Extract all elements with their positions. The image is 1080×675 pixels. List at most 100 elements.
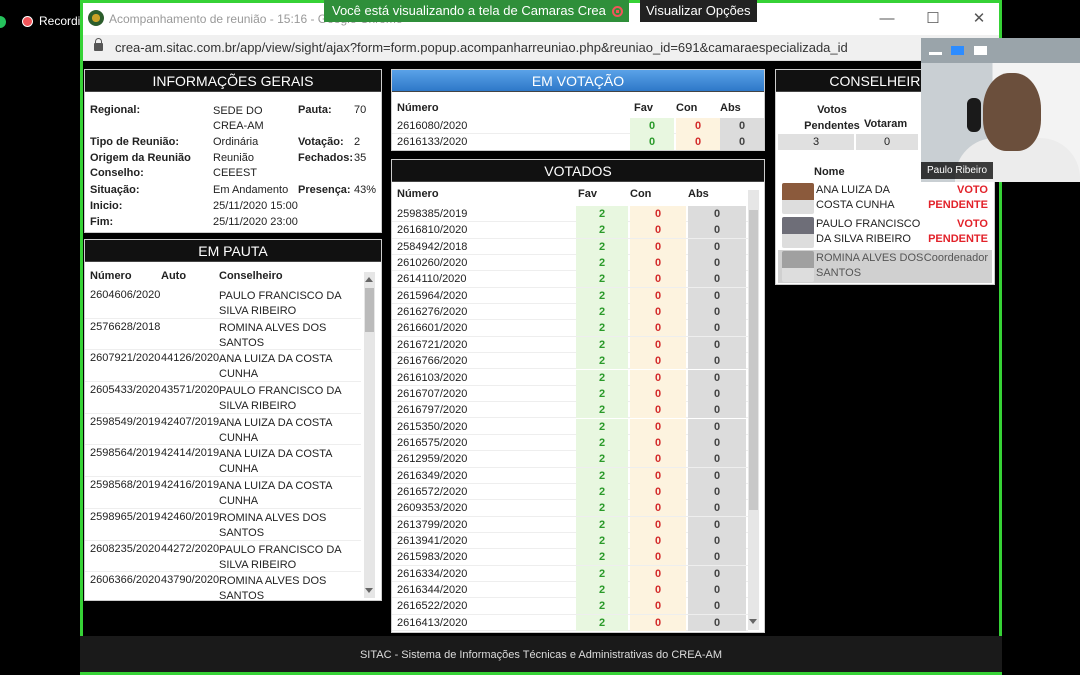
screen-share-banner: Você está visualizando a tela de Camaras…: [324, 0, 629, 22]
votacao-header-con: Con: [676, 102, 698, 114]
scroll-thumb[interactable]: [365, 288, 374, 332]
votados-scrollbar[interactable]: [748, 190, 759, 630]
pauta-row[interactable]: 2607921/2020 44126/2020 ANA LUIZA DA COSTA…: [85, 350, 361, 383]
votados-abs: 0: [688, 385, 746, 402]
votados-row[interactable]: 2615350/2020 2 0 0: [392, 418, 748, 435]
votados-row[interactable]: 2616572/2020 2 0 0: [392, 483, 748, 501]
votados-row[interactable]: 2616522/2020 2 0 0: [392, 598, 748, 615]
votados-con: 0: [630, 533, 686, 549]
pauta-row[interactable]: 2608235/2020 44272/2020 PAULO FRANCISCO DA…: [85, 541, 361, 573]
pauta-row[interactable]: 2598549/2019 42407/2019 ANA LUIZA DA COSTA…: [85, 414, 361, 446]
pauta-list[interactable]: 2604606/2020 PAULO FRANCISCO DA SILVA RIB…: [85, 287, 361, 599]
votados-row[interactable]: 2610260/2020 2 0 0: [392, 255, 748, 272]
votados-fav: 2: [576, 287, 628, 304]
votados-numero: 2616810/2020: [397, 224, 468, 237]
conselheiro-name: PAULO FRANCISCO DA SILVA RIBEIRO: [816, 218, 921, 245]
pauta-row[interactable]: 2576628/2018 ROMINA ALVES DOS SANTOS: [85, 319, 361, 351]
votados-row[interactable]: 2584942/2018 2 0 0: [392, 238, 748, 255]
votacao-row[interactable]: 2616080/2020 0 0 0: [392, 118, 764, 135]
votados-abs: 0: [688, 565, 746, 582]
stop-share-icon[interactable]: [611, 6, 623, 17]
votados-con: 0: [630, 451, 686, 468]
votados-numero: 2609353/2020: [397, 502, 468, 515]
conselheiro-status: VOTO PENDENTE: [928, 218, 988, 245]
votados-numero: 2616797/2020: [397, 404, 468, 417]
votados-header-row: Número Fav Con Abs: [392, 188, 748, 204]
votacao-row[interactable]: 2616133/2020 0 0 0: [392, 134, 764, 150]
votados-row[interactable]: 2616766/2020 2 0 0: [392, 353, 748, 370]
conselho-label: Conselho:: [90, 167, 144, 179]
votacao-value: 2: [354, 136, 361, 148]
votados-row[interactable]: 2612959/2020 2 0 0: [392, 451, 748, 468]
votados-row[interactable]: 2613941/2020 2 0 0: [392, 533, 748, 550]
pauta-auto: 42416/2019: [161, 479, 220, 492]
votados-row[interactable]: 2598385/2019 2 0 0: [392, 206, 748, 223]
conselheiro-row[interactable]: ANA LUIZA DA COSTA CUNHA VOTO PENDENTE: [778, 182, 992, 215]
votados-numero: 2610260/2020: [397, 257, 468, 270]
maximize-icon[interactable]: ☐: [923, 9, 943, 29]
fechados-value: 35: [354, 152, 367, 164]
fim-label: Fim:: [90, 216, 114, 228]
votados-row[interactable]: 2616721/2020 2 0 0: [392, 336, 748, 354]
votados-con: 0: [630, 320, 686, 337]
participant-video[interactable]: Paulo Ribeiro: [921, 38, 1080, 182]
votados-row[interactable]: 2616575/2020 2 0 0: [392, 434, 748, 452]
votados-header-fav: Fav: [578, 188, 597, 200]
votados-row[interactable]: 2614110/2020 2 0 0: [392, 271, 748, 288]
scroll-down-icon[interactable]: [749, 619, 757, 624]
scroll-up-icon[interactable]: [365, 277, 373, 282]
votados-row[interactable]: 2615964/2020 2 0 0: [392, 287, 748, 305]
votados-fav: 2: [576, 598, 628, 615]
pauta-row[interactable]: 2598564/2019 42414/2019 ANA LUIZA DA COSTA…: [85, 445, 361, 478]
votados-row[interactable]: 2616707/2020 2 0 0: [392, 385, 748, 403]
votados-con: 0: [630, 402, 686, 419]
votados-row[interactable]: 2615983/2020 2 0 0: [392, 549, 748, 566]
votados-fav: 2: [576, 353, 628, 370]
votados-abs: 0: [688, 614, 746, 631]
close-icon[interactable]: ✕: [969, 9, 989, 29]
votacao-header-abs: Abs: [720, 102, 741, 114]
votados-row[interactable]: 2609353/2020 2 0 0: [392, 500, 748, 517]
votados-row[interactable]: 2613799/2020 2 0 0: [392, 516, 748, 533]
votados-row[interactable]: 2616797/2020 2 0 0: [392, 402, 748, 419]
votados-numero: 2615350/2020: [397, 420, 468, 433]
expand-video-icon[interactable]: [974, 46, 987, 55]
pauta-row[interactable]: 2606366/2020 43790/2020 ROMINA ALVES DOS S…: [85, 572, 361, 599]
votados-row[interactable]: 2616601/2020 2 0 0: [392, 320, 748, 337]
pauta-row[interactable]: 2598568/2019 42416/2019 ANA LUIZA DA COSTA…: [85, 477, 361, 509]
address-bar[interactable]: crea-am.sitac.com.br/app/view/sight/ajax…: [83, 35, 999, 61]
conselheiro-row[interactable]: PAULO FRANCISCO DA SILVA RIBEIRO VOTO PEN…: [778, 216, 992, 249]
votados-row[interactable]: 2616103/2020 2 0 0: [392, 369, 748, 386]
pauta-row[interactable]: 2604606/2020 PAULO FRANCISCO DA SILVA RIB…: [85, 287, 361, 319]
votados-abs: 0: [688, 549, 746, 566]
view-options-button[interactable]: Visualizar Opções: [640, 0, 757, 22]
info-panel: INFORMAÇÕES GERAIS Regional: SEDE DO CRE…: [84, 69, 382, 233]
votados-abs: 0: [688, 516, 746, 533]
votados-row[interactable]: 2616349/2020 2 0 0: [392, 467, 748, 484]
scroll-down-icon[interactable]: [365, 588, 373, 593]
pauta-row[interactable]: 2605433/2020 43571/2020 PAULO FRANCISCO DA…: [85, 382, 361, 414]
votados-fav: 2: [576, 582, 628, 599]
conselho-value: CEEEST: [213, 167, 258, 179]
pauta-row[interactable]: 2598965/2019 42460/2019 ROMINA ALVES DOS S…: [85, 509, 361, 541]
conselheiro-row[interactable]: ROMINA ALVES DOS SANTOS Coordenador: [778, 250, 992, 283]
url-text[interactable]: crea-am.sitac.com.br/app/view/sight/ajax…: [115, 40, 848, 55]
scroll-thumb[interactable]: [749, 210, 758, 510]
minimize-video-icon[interactable]: [929, 52, 942, 55]
votados-row[interactable]: 2616344/2020 2 0 0: [392, 582, 748, 599]
votados-row[interactable]: 2616334/2020 2 0 0: [392, 565, 748, 582]
votados-header-con: Con: [630, 188, 652, 200]
minimize-icon[interactable]: —: [877, 9, 897, 29]
pauta-scrollbar[interactable]: [364, 272, 375, 598]
pauta-conselheiro: ANA LUIZA DA COSTA CUNHA: [219, 353, 332, 381]
video-person-head: [983, 73, 1041, 151]
votados-fav: 2: [576, 565, 628, 582]
votados-row[interactable]: 2616276/2020 2 0 0: [392, 304, 748, 321]
votados-numero: 2613941/2020: [397, 535, 468, 547]
votados-fav: 2: [576, 483, 628, 500]
votados-row[interactable]: 2616413/2020 2 0 0: [392, 614, 748, 632]
switch-view-icon[interactable]: [951, 46, 964, 55]
pauta-numero: 2606366/2020: [90, 574, 161, 587]
pauta-auto: 42414/2019: [161, 447, 220, 460]
votados-row[interactable]: 2616810/2020 2 0 0: [392, 222, 748, 239]
